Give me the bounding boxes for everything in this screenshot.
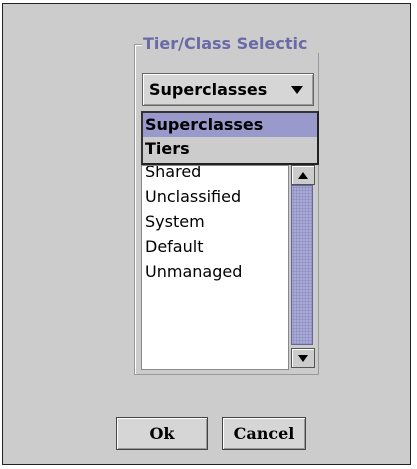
tier-class-combo[interactable]: Superclasses bbox=[142, 73, 314, 106]
list-scrollbar[interactable] bbox=[288, 165, 315, 370]
scroll-thumb[interactable] bbox=[291, 185, 313, 345]
list-item[interactable]: Shared bbox=[142, 166, 242, 184]
arrow-down-icon bbox=[298, 354, 308, 362]
combo-dropdown[interactable]: Superclasses Tiers bbox=[141, 111, 319, 165]
scroll-down-button[interactable] bbox=[291, 348, 315, 368]
combo-value: Superclasses bbox=[149, 80, 268, 99]
list-item[interactable]: System bbox=[142, 209, 242, 234]
scroll-up-button[interactable] bbox=[291, 165, 315, 185]
list-item[interactable]: Unmanaged bbox=[142, 259, 242, 284]
cancel-button[interactable]: Cancel bbox=[222, 417, 306, 450]
list-item[interactable]: Unclassified bbox=[142, 184, 242, 209]
group-title: Tier/Class Selectic bbox=[142, 35, 332, 53]
ok-button[interactable]: Ok bbox=[116, 417, 208, 450]
dropdown-option-tiers[interactable]: Tiers bbox=[143, 137, 317, 161]
arrow-up-icon bbox=[298, 171, 308, 179]
list-item[interactable]: Default bbox=[142, 234, 242, 259]
dropdown-option-superclasses[interactable]: Superclasses bbox=[143, 113, 317, 137]
chevron-down-icon[interactable] bbox=[287, 85, 307, 94]
